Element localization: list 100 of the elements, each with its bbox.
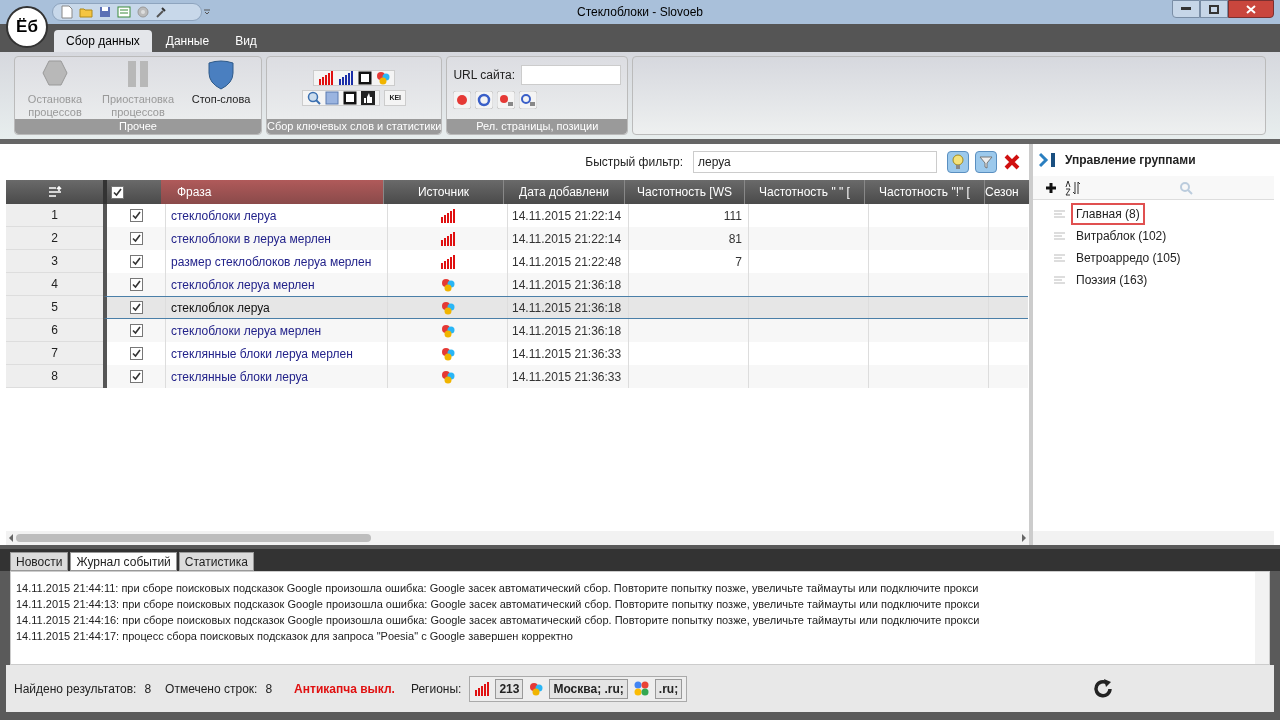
checkbox[interactable] bbox=[129, 370, 143, 383]
filter-label: Быстрый фильтр: bbox=[585, 154, 683, 171]
checkbox[interactable] bbox=[129, 209, 143, 222]
checkbox[interactable] bbox=[111, 185, 124, 199]
minimize-icon bbox=[1181, 7, 1191, 11]
maximize-button[interactable] bbox=[1200, 0, 1228, 18]
app-logo[interactable]: Ёб bbox=[6, 6, 48, 48]
group-label: Сбор ключевых слов и статистики bbox=[267, 119, 442, 134]
checkbox[interactable] bbox=[129, 301, 143, 314]
bar-chart-icon bbox=[338, 71, 355, 85]
anticaptcha-status: Антикапча выкл. bbox=[294, 680, 395, 698]
close-button[interactable] bbox=[1228, 0, 1274, 18]
search-icon bbox=[307, 91, 322, 105]
row-number: 3 bbox=[6, 250, 103, 273]
save-icon bbox=[99, 6, 111, 18]
grid-icon bbox=[325, 91, 340, 105]
checkbox[interactable] bbox=[129, 232, 143, 245]
bar-chart-icon bbox=[440, 231, 455, 246]
tree-item[interactable]: Главная (8) bbox=[1071, 203, 1145, 225]
sort-icon bbox=[47, 186, 62, 198]
search-icon bbox=[1179, 180, 1193, 195]
row-number: 4 bbox=[6, 273, 103, 296]
group-icon bbox=[1053, 275, 1067, 285]
colored-dots-icon bbox=[376, 71, 391, 85]
checkbox[interactable] bbox=[129, 255, 143, 268]
tab[interactable]: Статистика bbox=[178, 552, 254, 571]
bar-chart-icon bbox=[474, 681, 490, 696]
ring-icon bbox=[475, 91, 494, 109]
tree-item[interactable]: Поэзия (163) bbox=[1071, 269, 1153, 291]
ribbon-tab[interactable]: Сбор данных bbox=[54, 30, 152, 52]
window-title: Стеклоблоки - Slovoeb bbox=[577, 4, 703, 21]
phrase-cell: стеклянные блоки леруа bbox=[165, 365, 387, 388]
tool-icon bbox=[155, 6, 167, 18]
group-label: Прочее bbox=[15, 119, 261, 134]
dropdown-arrow-icon bbox=[203, 8, 211, 16]
ring-icon bbox=[519, 91, 538, 109]
checkbox[interactable] bbox=[129, 324, 143, 337]
scroll-left-icon[interactable] bbox=[8, 534, 14, 542]
row-number: 6 bbox=[6, 319, 103, 342]
column-header[interactable]: Фраза bbox=[161, 180, 383, 204]
region-value[interactable]: 213 bbox=[495, 678, 524, 699]
panel-title: Управление группами bbox=[1065, 152, 1196, 169]
table-row[interactable]: стеклоблок леруа мерлен 14.11.2015 21:36:18 bbox=[103, 273, 1028, 296]
ribbon-button[interactable]: Стоп-слова bbox=[185, 59, 257, 119]
checkbox[interactable] bbox=[129, 347, 143, 360]
regions-label: Регионы: bbox=[410, 680, 462, 698]
filter-field[interactable]: леруа bbox=[693, 151, 937, 173]
tree-item[interactable]: Ветроарредо (105) bbox=[1071, 247, 1186, 269]
bar-chart-icon bbox=[440, 254, 455, 269]
date-cell: 14.11.2015 21:36:33 bbox=[507, 365, 628, 388]
tab[interactable]: Журнал событий bbox=[70, 552, 177, 571]
found-label: Найдено результатов: bbox=[14, 680, 137, 698]
log-line: 14.11.2015 21:44:17: процесс сбора поисковых подсказок для запроса "Poesia" с Google завершен корректно bbox=[16, 629, 574, 644]
vertical-scrollbar[interactable] bbox=[1255, 572, 1269, 664]
scroll-right-icon[interactable] bbox=[1021, 534, 1027, 542]
colored-dots-icon bbox=[440, 323, 455, 338]
bar-chart-icon bbox=[318, 71, 335, 85]
table-row[interactable]: стеклоблок леруа 14.11.2015 21:36:18 bbox=[103, 296, 1028, 319]
ribbon-tab[interactable]: Данные bbox=[153, 30, 222, 52]
colored-dots-icon bbox=[440, 346, 455, 361]
shield-icon bbox=[205, 59, 237, 91]
colored-dots-icon bbox=[440, 277, 455, 292]
minimize-button[interactable] bbox=[1172, 0, 1200, 18]
group-icon bbox=[1053, 231, 1067, 241]
bar-chart-icon bbox=[440, 208, 455, 223]
group-icon bbox=[1053, 253, 1067, 263]
folder-icon bbox=[79, 6, 93, 18]
table-row[interactable]: стеклянные блоки леруа 14.11.2015 21:36:33 bbox=[103, 365, 1028, 388]
region-value[interactable]: Москва; .ru; bbox=[549, 678, 628, 699]
table-row[interactable]: стеклоблоки в леруа мерлен 14.11.2015 21:22:14 81 bbox=[103, 227, 1028, 250]
checkbox[interactable] bbox=[129, 278, 143, 291]
log-line: 14.11.2015 21:44:11: при сборе поисковых подсказок Google произошла ошибка: Google засек автоматический сбор. Повторите попытку позже, увеличьте таймауты или подключите прокси bbox=[16, 581, 980, 596]
plus-icon bbox=[1045, 181, 1057, 194]
row-number: 8 bbox=[6, 365, 103, 388]
url-label: URL сайта: bbox=[453, 67, 516, 84]
group-label: Рел. страницы, позиции bbox=[447, 119, 628, 134]
log-line: 14.11.2015 21:44:13: при сборе поисковых подсказок Google произошла ошибка: Google засек автоматический сбор. Повторите попытку позже, увеличьте таймауты или подключите прокси bbox=[16, 597, 981, 612]
refresh-icon bbox=[1092, 677, 1114, 700]
ribbon-tab[interactable]: Вид bbox=[223, 30, 269, 52]
url-field[interactable] bbox=[521, 65, 622, 85]
clear-button[interactable] bbox=[1003, 153, 1021, 171]
filter-button[interactable] bbox=[975, 151, 997, 173]
new-file-icon bbox=[61, 5, 73, 19]
tree-item[interactable]: Витраблок (102) bbox=[1071, 225, 1172, 247]
marked-count: 8 bbox=[265, 680, 273, 698]
colored-dots-icon bbox=[529, 681, 544, 696]
marked-label: Отмечено строк: bbox=[165, 680, 258, 698]
table-row[interactable]: стеклоблоки леруа мерлен 14.11.2015 21:36:18 bbox=[103, 319, 1028, 342]
log-line: 14.11.2015 21:44:16: при сборе поисковых подсказок Google произошла ошибка: Google засек автоматический сбор. Повторите попытку позже, увеличьте таймауты или подключите прокси bbox=[16, 613, 981, 628]
lightbulb-button[interactable] bbox=[947, 151, 969, 173]
date-cell: 14.11.2015 21:36:18 bbox=[507, 297, 628, 318]
region-value[interactable]: .ru; bbox=[654, 678, 683, 699]
colored-squares-icon bbox=[633, 681, 649, 696]
sort-icon bbox=[1065, 179, 1081, 196]
horizontal-scrollbar[interactable] bbox=[1033, 531, 1274, 545]
phrase-cell: стеклоблок леруа bbox=[165, 297, 387, 318]
collapse-icon bbox=[1039, 152, 1057, 168]
horizontal-scrollbar[interactable] bbox=[6, 531, 1029, 545]
tab[interactable]: Новости bbox=[10, 552, 69, 571]
row-number: 1 bbox=[6, 204, 103, 227]
